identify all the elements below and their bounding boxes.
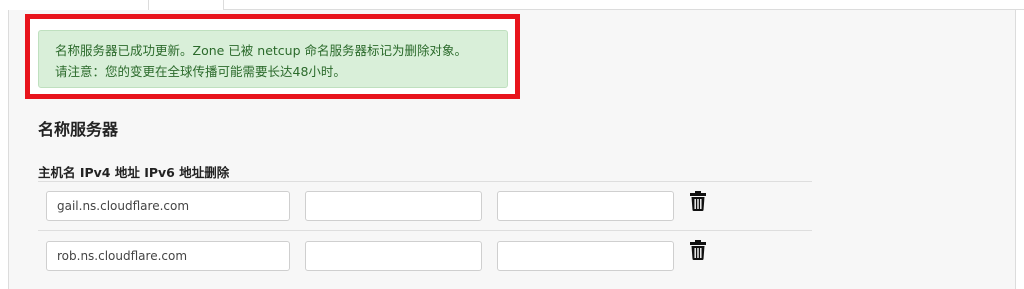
row-divider <box>38 230 812 231</box>
table-column-header: 主机名 IPv4 地址 IPv6 地址删除 <box>38 165 230 180</box>
table-header-divider <box>38 181 812 182</box>
tab-strip <box>0 0 1024 10</box>
trash-icon[interactable] <box>689 240 707 260</box>
ipv6-input[interactable] <box>497 241 674 271</box>
success-alert: 名称服务器已成功更新。Zone 已被 netcup 命名服务器标记为删除对象。 … <box>38 30 508 88</box>
tab-current[interactable] <box>149 0 224 10</box>
ipv6-input[interactable] <box>497 191 674 221</box>
hostname-input[interactable] <box>46 191 290 221</box>
alert-message-line-2: 请注意：您的变更在全球传播可能需要长达48小时。 <box>55 64 346 79</box>
alert-message-line-1: 名称服务器已成功更新。Zone 已被 netcup 命名服务器标记为删除对象。 <box>55 43 467 58</box>
ipv4-input[interactable] <box>305 191 482 221</box>
trash-icon[interactable] <box>689 191 707 211</box>
ipv4-input[interactable] <box>305 241 482 271</box>
section-title: 名称服务器 <box>38 120 119 139</box>
tab-previous[interactable] <box>10 0 149 10</box>
hostname-input[interactable] <box>46 241 290 271</box>
